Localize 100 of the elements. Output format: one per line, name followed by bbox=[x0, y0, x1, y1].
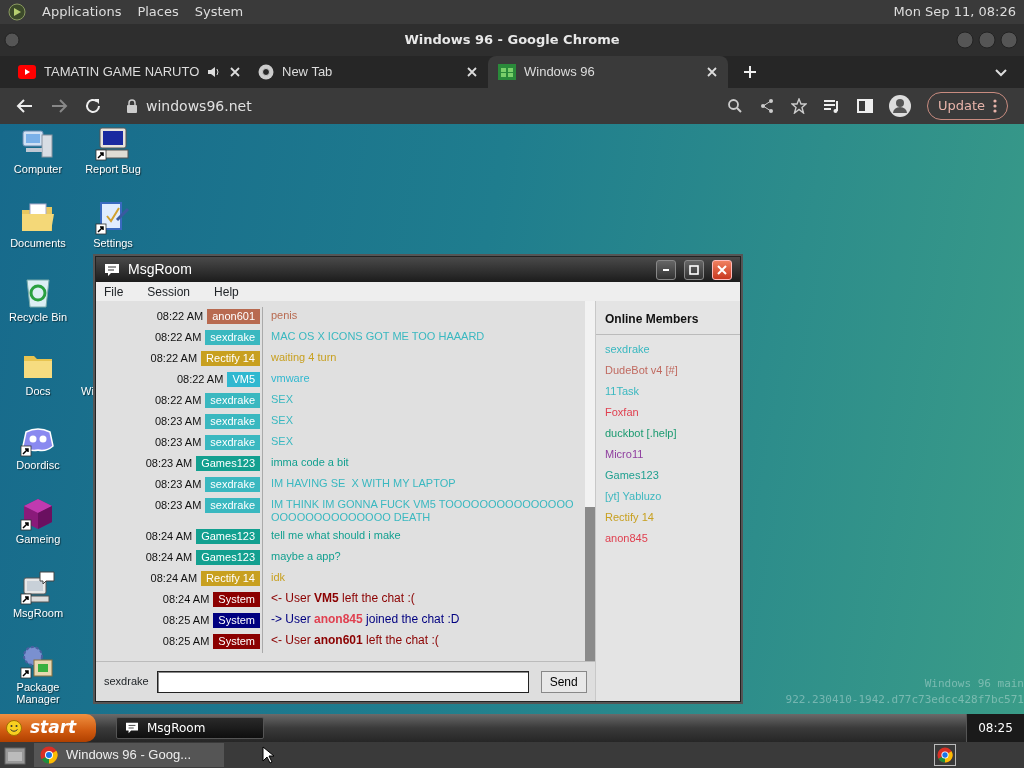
icon-label[interactable]: Documents bbox=[10, 237, 66, 249]
cursor-icon bbox=[262, 746, 276, 764]
maximize-button[interactable] bbox=[684, 259, 704, 280]
icon-label[interactable]: Package Manager bbox=[8, 681, 68, 705]
message-time: 08:22 AM bbox=[154, 330, 202, 345]
browser-tab[interactable]: TAMATIN GAME NARUTO bbox=[8, 56, 248, 88]
scrollbar[interactable] bbox=[585, 301, 595, 661]
message-text: waiting 4 turn bbox=[270, 350, 338, 365]
icon-label[interactable]: Settings bbox=[93, 237, 133, 249]
icon-label[interactable]: MsgRoom bbox=[12, 607, 64, 619]
lock-icon bbox=[126, 99, 138, 113]
browser-tab[interactable]: New Tab bbox=[248, 56, 488, 88]
icon-label[interactable]: Recycle Bin bbox=[8, 311, 68, 323]
message-time: 08:23 AM bbox=[154, 498, 202, 513]
minimize-button[interactable] bbox=[656, 259, 676, 280]
username-tag: VM5 bbox=[227, 372, 260, 387]
message-text: SEX bbox=[270, 434, 294, 449]
message-time: 08:24 AM bbox=[145, 529, 193, 544]
app-menu-icon[interactable] bbox=[8, 3, 26, 21]
message-time: 08:23 AM bbox=[154, 435, 202, 450]
username-tag: Games123 bbox=[196, 550, 260, 565]
close-icon[interactable] bbox=[706, 66, 718, 78]
browser-tab[interactable]: Windows 96 bbox=[488, 56, 728, 88]
play-icon bbox=[18, 65, 36, 79]
message-text: -> User anon845 joined the chat :D bbox=[270, 611, 461, 628]
close-icon[interactable] bbox=[229, 66, 242, 78]
chat-computer-icon[interactable] bbox=[20, 570, 56, 606]
username-tag: Rectify 14 bbox=[201, 351, 260, 366]
message-time: 08:24 AM bbox=[150, 571, 198, 586]
minimize-icon bbox=[663, 268, 669, 271]
search-icon[interactable] bbox=[726, 98, 743, 114]
tray-button[interactable] bbox=[934, 744, 956, 766]
menu-item[interactable]: System bbox=[194, 2, 244, 22]
username-tag: anon601 bbox=[207, 309, 260, 324]
message-time: 08:25 AM bbox=[162, 613, 210, 628]
close-icon[interactable] bbox=[466, 66, 478, 78]
username-tag: Rectify 14 bbox=[201, 571, 260, 586]
menu-item[interactable]: Session bbox=[147, 282, 191, 301]
username-tag: sexdrake bbox=[205, 414, 260, 429]
menu-item[interactable]: Help bbox=[214, 282, 239, 301]
media-icon[interactable] bbox=[822, 98, 841, 114]
icon-label[interactable]: Computer bbox=[13, 163, 63, 175]
icon-label[interactable]: Docs bbox=[25, 385, 51, 397]
document-pen-icon[interactable] bbox=[95, 200, 131, 236]
message-text: IM HAVING SE X WITH MY LAPTOP bbox=[270, 476, 457, 491]
close-icon bbox=[717, 264, 727, 275]
star-icon[interactable] bbox=[790, 98, 807, 114]
browser-logo-icon bbox=[937, 747, 953, 763]
profile-icon[interactable] bbox=[888, 95, 911, 117]
username-tag: System bbox=[213, 634, 260, 649]
message-text: MAC OS X ICONS GOT ME TOO HAAARD bbox=[270, 329, 486, 344]
url-field[interactable]: windows96.net bbox=[146, 95, 252, 117]
icon-label[interactable]: Gameing bbox=[15, 533, 61, 545]
icon-label[interactable]: Wi bbox=[81, 385, 94, 397]
username-tag: sexdrake bbox=[205, 498, 260, 513]
send-button[interactable]: Send bbox=[540, 670, 587, 693]
new-tab-icon[interactable] bbox=[742, 64, 758, 80]
message-text: imma code a bit bbox=[270, 455, 350, 470]
menu-item[interactable]: File bbox=[104, 282, 124, 301]
watermark-text: 922.230410-1942.d77c73edcc428f7bc571 bbox=[785, 692, 1024, 708]
member-name[interactable]: DudeBot v4 [#] bbox=[596, 360, 740, 381]
sidebar-icon[interactable] bbox=[856, 98, 873, 114]
panel-title: Online Members bbox=[596, 301, 740, 335]
username-tag: System bbox=[213, 613, 260, 628]
icon-label[interactable]: Doordisc bbox=[16, 459, 60, 471]
member-name[interactable]: Foxfan bbox=[596, 402, 740, 423]
browser-logo-icon bbox=[40, 746, 58, 764]
message-text: idk bbox=[270, 570, 287, 585]
message-text: SEX bbox=[270, 413, 294, 428]
message-time: 08:25 AM bbox=[162, 634, 210, 649]
file-manager-icon[interactable] bbox=[4, 745, 26, 765]
message-text: <- User VM5 left the chat :( bbox=[270, 590, 416, 607]
input-label: sexdrake bbox=[104, 674, 149, 690]
username-tag: sexdrake bbox=[205, 477, 260, 492]
message-time: 08:22 AM bbox=[154, 393, 202, 408]
package-icon[interactable] bbox=[20, 644, 56, 680]
speaker-icon[interactable] bbox=[207, 65, 222, 79]
back-icon[interactable] bbox=[16, 97, 34, 115]
menu-item[interactable]: Applications bbox=[42, 2, 122, 22]
clock: Mon Sep 11, 08:26 bbox=[893, 3, 1016, 22]
forward-icon[interactable] bbox=[50, 97, 68, 115]
chat-bubble-icon bbox=[125, 722, 139, 734]
message-time: 08:22 AM bbox=[150, 351, 198, 366]
share-icon[interactable] bbox=[758, 98, 775, 114]
clock: 08:25 bbox=[978, 720, 1013, 737]
message-time: 08:24 AM bbox=[162, 592, 210, 607]
message-input[interactable] bbox=[156, 670, 529, 693]
monitor-icon[interactable] bbox=[95, 126, 131, 162]
taskbar-button[interactable]: MsgRoom bbox=[116, 717, 264, 739]
reload-icon[interactable] bbox=[84, 97, 102, 115]
member-name[interactable]: Micro11 bbox=[596, 444, 740, 465]
menu-item[interactable]: Places bbox=[137, 2, 179, 22]
taskbar-button[interactable]: Windows 96 - Goog... bbox=[34, 743, 224, 767]
scrollbar-thumb[interactable] bbox=[585, 507, 595, 661]
message-time: 08:24 AM bbox=[145, 550, 193, 565]
message-text: maybe a app? bbox=[270, 549, 342, 564]
start-button[interactable]: start bbox=[0, 714, 96, 742]
window-title: MsgRoom bbox=[128, 260, 193, 280]
member-name[interactable]: anon845 bbox=[596, 528, 740, 549]
icon-label[interactable]: Report Bug bbox=[85, 163, 141, 175]
